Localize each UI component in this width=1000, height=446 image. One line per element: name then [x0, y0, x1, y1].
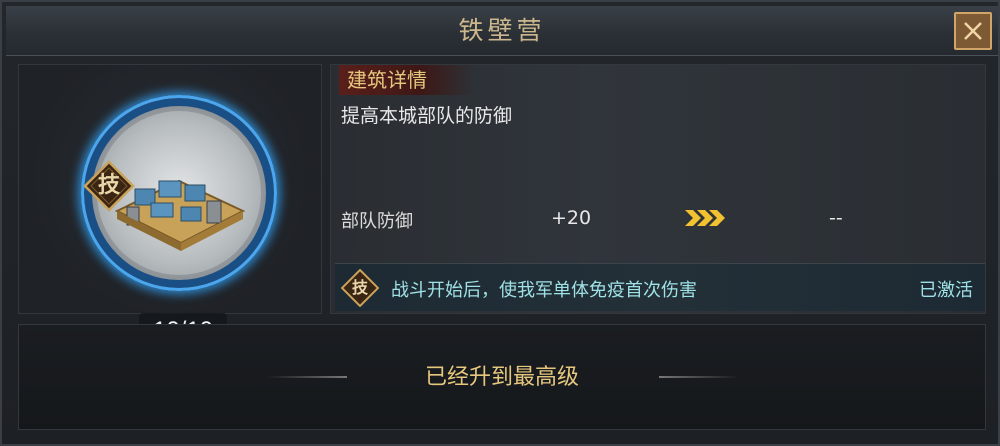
- upgrade-panel: 已经升到最高级: [18, 324, 986, 430]
- title-bar: 铁壁营: [6, 6, 998, 56]
- skill-status: 已激活: [919, 280, 973, 301]
- stat-next-value: --: [829, 207, 843, 229]
- building-icon-panel: 技 10/10: [18, 64, 322, 349]
- skill-badge-label: 技: [351, 278, 368, 297]
- max-level-label: 已经升到最高级: [424, 365, 579, 390]
- upgrade-arrow-icon: [683, 207, 727, 233]
- close-button[interactable]: [954, 12, 992, 50]
- tech-badge: 技: [83, 160, 135, 212]
- building-detail-dialog: 铁壁营 技 建筑详情 提高本城部队的防御 部队防御 +20 -- 技 战斗开始后…: [0, 0, 1000, 446]
- skill-tech-badge: 技: [341, 269, 379, 307]
- dialog-title: 铁壁营: [458, 16, 546, 45]
- stat-current-value: +20: [551, 207, 592, 229]
- skill-row: 技 战斗开始后，使我军单体免疫首次伤害 已激活: [335, 263, 985, 311]
- tech-badge-label: 技: [97, 173, 120, 198]
- stat-row: 部队防御 +20 --: [331, 199, 985, 239]
- skill-description: 战斗开始后，使我军单体免疫首次伤害: [391, 280, 697, 301]
- stat-label: 部队防御: [341, 211, 413, 232]
- section-title: 建筑详情: [339, 65, 475, 95]
- building-description: 提高本城部队的防御: [341, 105, 513, 127]
- building-details-panel: 建筑详情 提高本城部队的防御 部队防御 +20 -- 技 战斗开始后，使我军单体…: [330, 64, 986, 314]
